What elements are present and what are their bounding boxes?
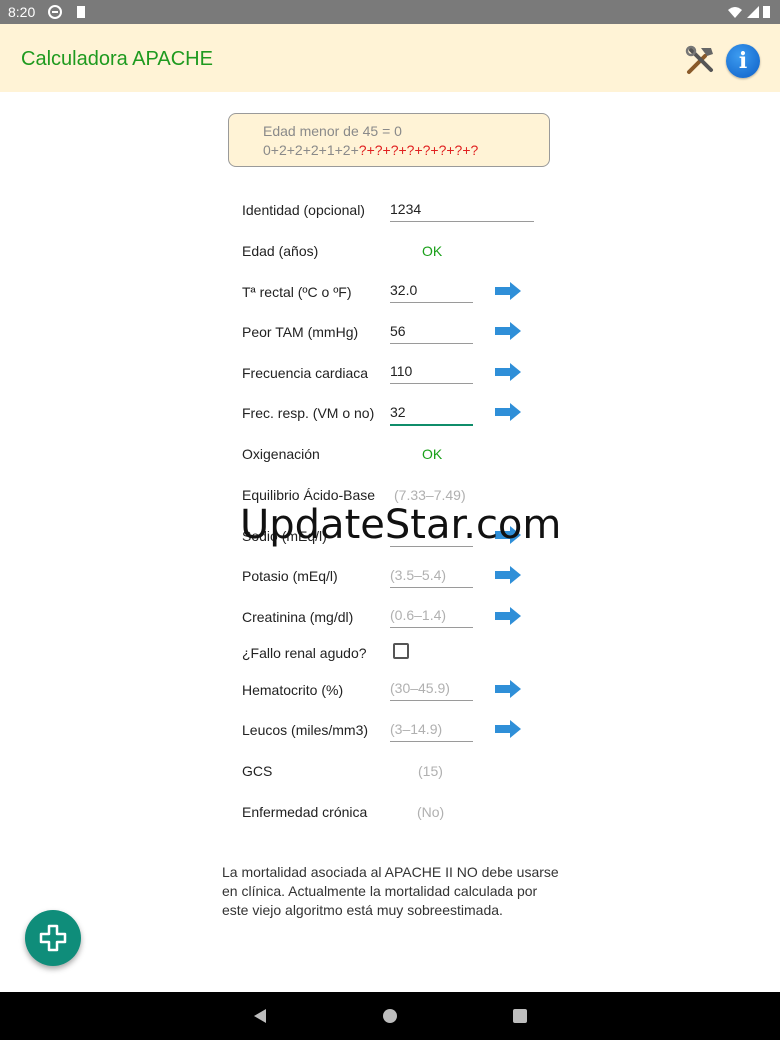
watermark: UpdateStar.com <box>240 502 562 548</box>
sd-card-icon <box>77 6 85 18</box>
hto-arrow-right-icon[interactable] <box>495 680 521 698</box>
temp-input[interactable]: 32.0 <box>390 280 473 303</box>
fc-arrow-right-icon[interactable] <box>495 363 521 381</box>
summary-line-2: 0+2+2+2+1+2+?+?+?+?+?+?+?+? <box>263 142 478 158</box>
cronica-label[interactable]: Enfermedad crónica <box>242 804 367 820</box>
summary-line-1: Edad menor de 45 = 0 <box>263 123 402 139</box>
acido-label[interactable]: Equilibrio Ácido-Base <box>242 487 375 503</box>
temp-label: Tª rectal (ºC o ºF) <box>242 284 352 300</box>
oxi-status[interactable]: OK <box>422 446 442 462</box>
cronica-hint[interactable]: (No) <box>417 804 444 820</box>
potasio-label: Potasio (mEq/l) <box>242 568 338 584</box>
edad-status[interactable]: OK <box>422 243 442 259</box>
mortality-disclaimer: La mortalidad asociada al APACHE II NO d… <box>222 864 559 918</box>
oxi-label[interactable]: Oxigenación <box>242 446 320 462</box>
leucos-arrow-right-icon[interactable] <box>495 720 521 738</box>
tools-icon[interactable] <box>683 44 717 78</box>
app-bar: Calculadora APACHE <box>0 24 780 92</box>
info-icon[interactable]: i <box>726 44 760 78</box>
tam-label: Peor TAM (mmHg) <box>242 324 359 340</box>
tam-arrow-right-icon[interactable] <box>495 322 521 340</box>
summary-known-scores: 0+2+2+2+1+2+ <box>263 142 359 158</box>
gcs-label[interactable]: GCS <box>242 763 272 779</box>
add-button[interactable] <box>25 910 81 966</box>
tam-input[interactable]: 56 <box>390 321 473 344</box>
hto-input[interactable]: (30–45.9) <box>390 678 473 701</box>
fr-label: Frec. resp. (VM o no) <box>242 405 375 421</box>
creat-input[interactable]: (0.6–1.4) <box>390 605 473 628</box>
creat-arrow-right-icon[interactable] <box>495 607 521 625</box>
fc-label: Frecuencia cardiaca <box>242 365 369 381</box>
identidad-label: Identidad (opcional) <box>242 202 365 218</box>
temp-arrow-right-icon[interactable] <box>495 282 521 300</box>
leucos-input[interactable]: (3–14.9) <box>390 719 473 742</box>
potasio-arrow-right-icon[interactable] <box>495 566 521 584</box>
acido-hint[interactable]: (7.33–7.49) <box>394 487 466 503</box>
fallo-checkbox[interactable] <box>393 643 409 659</box>
potasio-input[interactable]: (3.5–5.4) <box>390 565 473 588</box>
creat-label: Creatinina (mg/dl) <box>242 609 354 625</box>
recents-icon[interactable] <box>512 1008 528 1024</box>
status-bar: 8:20 <box>0 0 780 24</box>
gcs-hint[interactable]: (15) <box>418 763 443 779</box>
fallo-label: ¿Fallo renal agudo? <box>242 645 367 661</box>
fc-input[interactable]: 110 <box>390 361 473 384</box>
battery-icon <box>763 6 770 18</box>
system-nav-bar <box>0 992 780 1040</box>
leucos-label: Leucos (miles/mm3) <box>242 722 369 738</box>
home-icon[interactable] <box>382 1008 398 1024</box>
edad-label[interactable]: Edad (años) <box>242 243 318 259</box>
fr-arrow-right-icon[interactable] <box>495 403 521 421</box>
identidad-input[interactable]: 1234 <box>390 199 534 222</box>
fr-input[interactable]: 32 <box>390 402 473 426</box>
back-icon[interactable] <box>252 1008 268 1024</box>
score-summary: Edad menor de 45 = 0 0+2+2+2+1+2+?+?+?+?… <box>228 113 550 167</box>
wifi-icon <box>728 7 742 18</box>
add-icon <box>39 924 67 952</box>
summary-unknown-scores: ?+?+?+?+?+?+?+? <box>358 142 479 158</box>
hto-label: Hematocrito (%) <box>242 682 344 698</box>
signal-icon <box>747 6 759 18</box>
sync-icon <box>48 5 62 19</box>
status-time: 8:20 <box>8 4 36 20</box>
app-title: Calculadora APACHE <box>21 48 213 70</box>
